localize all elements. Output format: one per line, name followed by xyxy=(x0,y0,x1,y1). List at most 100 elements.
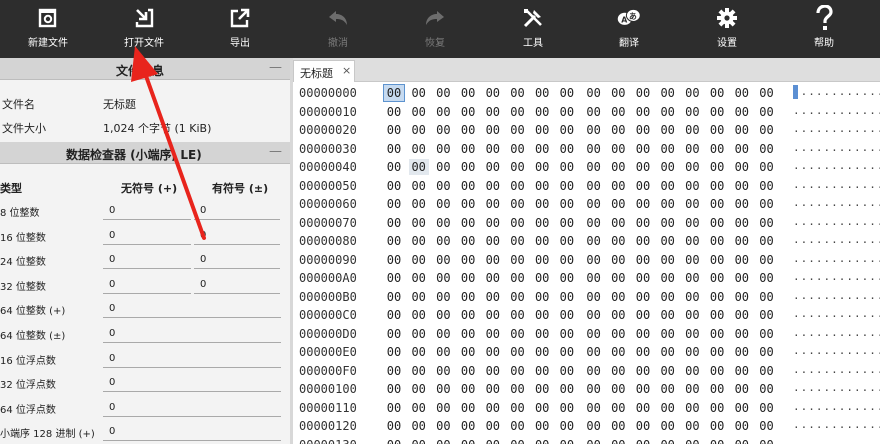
hex-byte-cell[interactable]: 00 xyxy=(707,437,727,444)
hex-byte-cell[interactable]: 00 xyxy=(458,381,478,397)
hex-byte-cell[interactable]: 00 xyxy=(682,363,702,379)
ascii-column[interactable]: ................ xyxy=(793,326,880,342)
hex-byte-cell[interactable]: 00 xyxy=(658,159,678,175)
hex-byte-cell[interactable]: 00 xyxy=(682,104,702,120)
hex-byte-cell[interactable]: 00 xyxy=(557,141,577,157)
signed-value-field[interactable]: 0 xyxy=(194,249,280,270)
hex-byte-cell[interactable]: 00 xyxy=(732,141,752,157)
hex-byte-cell[interactable]: 00 xyxy=(757,85,777,101)
hex-byte-cell[interactable]: 00 xyxy=(384,344,404,360)
hex-byte-cell[interactable]: 00 xyxy=(557,233,577,249)
hex-byte-cell[interactable]: 00 xyxy=(483,196,503,212)
ascii-column[interactable]: ................ xyxy=(793,122,880,138)
hex-byte-cell[interactable]: 00 xyxy=(532,344,552,360)
hex-byte-cell[interactable]: 00 xyxy=(658,270,678,286)
hex-byte-cell[interactable]: 00 xyxy=(608,326,628,342)
hex-byte-cell[interactable]: 00 xyxy=(757,141,777,157)
hex-byte-cell[interactable]: 00 xyxy=(409,215,429,231)
hex-byte-cell[interactable]: 00 xyxy=(433,215,453,231)
hex-byte-cell[interactable]: 00 xyxy=(557,307,577,323)
ascii-column[interactable]: ................ xyxy=(793,344,880,360)
unsigned-value-field[interactable]: 0 xyxy=(103,372,281,393)
hex-byte-cell[interactable]: 00 xyxy=(732,122,752,138)
hex-byte-cell[interactable]: 00 xyxy=(658,307,678,323)
hex-byte-cell[interactable]: 00 xyxy=(508,104,528,120)
hex-byte-cell[interactable]: 00 xyxy=(633,122,653,138)
hex-byte-cell[interactable]: 00 xyxy=(682,437,702,444)
hex-byte-cell[interactable]: 00 xyxy=(433,159,453,175)
hex-byte-cell[interactable]: 00 xyxy=(633,141,653,157)
hex-byte-cell[interactable]: 00 xyxy=(483,381,503,397)
hex-byte-cell[interactable]: 00 xyxy=(433,85,453,101)
hex-byte-cell[interactable]: 00 xyxy=(732,344,752,360)
hex-byte-cell[interactable]: 00 xyxy=(409,233,429,249)
hex-byte-cell[interactable]: 00 xyxy=(633,418,653,434)
hex-byte-cell[interactable]: 00 xyxy=(508,252,528,268)
hex-byte-cell[interactable]: 00 xyxy=(384,141,404,157)
hex-byte-cell[interactable]: 00 xyxy=(658,215,678,231)
hex-byte-cell[interactable]: 00 xyxy=(557,400,577,416)
hex-byte-cell[interactable]: 00 xyxy=(532,178,552,194)
hex-byte-cell[interactable]: 00 xyxy=(532,270,552,286)
hex-byte-cell[interactable]: 00 xyxy=(458,252,478,268)
hex-byte-cell[interactable]: 00 xyxy=(633,270,653,286)
hex-byte-cell[interactable]: 00 xyxy=(608,122,628,138)
hex-byte-cell[interactable]: 00 xyxy=(584,381,604,397)
hex-byte-cell[interactable]: 00 xyxy=(557,381,577,397)
hex-byte-cell[interactable]: 00 xyxy=(433,437,453,444)
hex-byte-cell[interactable]: 00 xyxy=(458,104,478,120)
hex-byte-cell[interactable]: 00 xyxy=(483,270,503,286)
ascii-column[interactable]: ................ xyxy=(793,141,880,157)
ascii-column[interactable]: ................ xyxy=(793,104,880,120)
hex-byte-cell[interactable]: 00 xyxy=(584,85,604,101)
hex-byte-cell[interactable]: 00 xyxy=(532,307,552,323)
hex-byte-cell[interactable]: 00 xyxy=(384,307,404,323)
hex-byte-cell[interactable]: 00 xyxy=(433,178,453,194)
hex-byte-cell[interactable]: 00 xyxy=(532,418,552,434)
hex-byte-cell[interactable]: 00 xyxy=(532,122,552,138)
hex-byte-cell[interactable]: 00 xyxy=(409,363,429,379)
hex-byte-cell[interactable]: 00 xyxy=(408,159,429,175)
hex-byte-cell[interactable]: 00 xyxy=(483,363,503,379)
hex-byte-cell[interactable]: 00 xyxy=(557,196,577,212)
hex-byte-cell[interactable]: 00 xyxy=(508,141,528,157)
hex-byte-cell[interactable]: 00 xyxy=(557,159,577,175)
hex-byte-cell[interactable]: 00 xyxy=(608,85,628,101)
hex-byte-cell[interactable]: 00 xyxy=(732,196,752,212)
ascii-column[interactable]: ................ xyxy=(793,233,880,249)
hex-byte-cell[interactable]: 00 xyxy=(557,437,577,444)
hex-byte-cell[interactable]: 00 xyxy=(384,159,404,175)
hex-byte-cell[interactable]: 00 xyxy=(384,178,404,194)
hex-byte-cell[interactable]: 00 xyxy=(732,215,752,231)
hex-byte-cell[interactable]: 00 xyxy=(732,437,752,444)
hex-byte-cell[interactable]: 00 xyxy=(608,344,628,360)
hex-byte-cell[interactable]: 00 xyxy=(409,400,429,416)
hex-byte-cell[interactable]: 00 xyxy=(682,122,702,138)
hex-byte-cell[interactable]: 00 xyxy=(658,233,678,249)
hex-byte-cell[interactable]: 00 xyxy=(658,344,678,360)
hex-byte-cell[interactable]: 00 xyxy=(532,233,552,249)
hex-byte-cell[interactable]: 00 xyxy=(508,289,528,305)
hex-byte-cell[interactable]: 00 xyxy=(433,307,453,323)
hex-byte-cell[interactable]: 00 xyxy=(707,178,727,194)
hex-byte-cell[interactable]: 00 xyxy=(757,381,777,397)
hex-byte-cell[interactable]: 00 xyxy=(608,400,628,416)
hex-byte-cell[interactable]: 00 xyxy=(707,85,727,101)
hex-byte-cell[interactable]: 00 xyxy=(707,326,727,342)
ascii-column[interactable]: ................ xyxy=(793,363,880,379)
hex-byte-cell[interactable]: 00 xyxy=(732,159,752,175)
hex-byte-cell[interactable]: 00 xyxy=(633,326,653,342)
hex-byte-cell[interactable]: 00 xyxy=(608,381,628,397)
hex-byte-cell[interactable]: 00 xyxy=(732,270,752,286)
ascii-column[interactable]: ................ xyxy=(793,381,880,397)
hex-byte-cell[interactable]: 00 xyxy=(508,437,528,444)
unsigned-value-field[interactable]: 0 xyxy=(103,200,191,220)
hex-byte-cell[interactable]: 00 xyxy=(409,344,429,360)
hex-byte-cell[interactable]: 00 xyxy=(458,326,478,342)
hex-byte-cell[interactable]: 00 xyxy=(557,289,577,305)
hex-byte-cell[interactable]: 00 xyxy=(608,233,628,249)
hex-byte-cell[interactable]: 00 xyxy=(757,270,777,286)
hex-byte-cell[interactable]: 00 xyxy=(409,196,429,212)
hex-byte-cell[interactable]: 00 xyxy=(608,289,628,305)
hex-byte-cell[interactable]: 00 xyxy=(508,159,528,175)
